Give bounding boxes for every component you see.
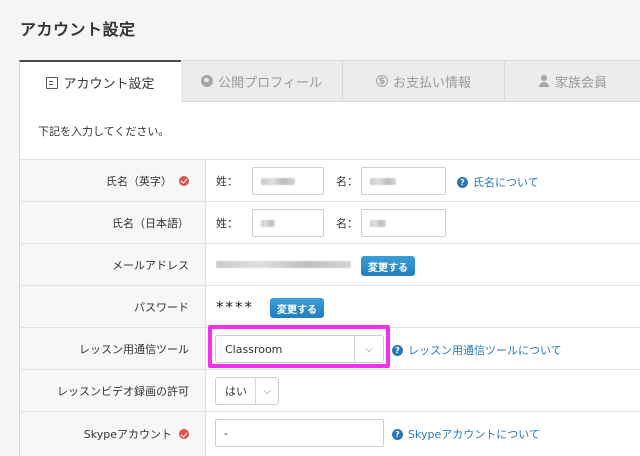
form-intro: 下記を入力してください。 (38, 125, 170, 138)
password-masked-value: **** (216, 297, 254, 316)
tab-family-members[interactable]: 家族会員 (505, 60, 640, 102)
help-text: 氏名について (473, 176, 539, 189)
first-name-english-input[interactable] (361, 167, 446, 195)
password-label: パスワード (134, 300, 189, 314)
first-name-japanese-input[interactable] (361, 209, 446, 237)
account-settings-panel: 下記を入力してください。 氏名（英字） 姓： 名： ? 氏名について 氏名（日本… (19, 102, 640, 456)
video-permission-label: レッスンビデオ録画の許可 (57, 384, 189, 398)
field-label: 氏名（英字） (20, 160, 206, 201)
tab-public-profile[interactable]: 公開プロフィール (181, 60, 343, 102)
video-permission-select[interactable]: はい ⌵ (215, 377, 279, 405)
document-icon (46, 76, 59, 89)
field-label: レッスンビデオ録画の許可 (20, 370, 206, 411)
name-japanese-label: 氏名（日本語） (112, 216, 189, 230)
page-title: アカウント設定 (20, 20, 136, 39)
row-email: メールアドレス 変更する (20, 243, 640, 285)
last-name-prefix: 姓： (216, 216, 238, 230)
chevron-down-icon: ⌵ (263, 385, 271, 397)
question-icon: ? (457, 176, 468, 188)
change-password-button[interactable]: 変更する (270, 298, 324, 318)
skype-account-input[interactable]: - (215, 419, 384, 447)
highlight-box (208, 325, 390, 368)
name-help-link[interactable]: ? 氏名について (457, 174, 539, 190)
row-name-english: 氏名（英字） 姓： 名： ? 氏名について (20, 159, 640, 201)
help-text: Skypeアカウントについて (408, 428, 540, 441)
email-value (216, 244, 351, 285)
field-label: メールアドレス (20, 244, 206, 285)
last-name-japanese-input[interactable] (252, 209, 324, 237)
last-name-prefix: 姓： (216, 174, 238, 188)
row-video-permission: レッスンビデオ録画の許可 はい ⌵ (20, 369, 640, 411)
first-name-prefix: 名： (336, 216, 358, 230)
tab-bar: アカウント設定 公開プロフィール $ お支払い情報 家族会員 (19, 60, 640, 103)
globe-icon (201, 75, 214, 87)
tab-label: お支払い情報 (392, 75, 471, 91)
email-label: メールアドレス (112, 258, 189, 272)
skype-help-link[interactable]: ? Skypeアカウントについて (392, 426, 540, 442)
question-icon: ? (392, 428, 403, 440)
tab-label: 家族会員 (554, 75, 607, 91)
help-text: レッスン用通信ツールについて (408, 344, 562, 357)
question-icon: ? (392, 344, 403, 356)
name-english-label: 氏名（英字） (106, 174, 172, 188)
lesson-tool-label: レッスン用通信ツール (79, 342, 189, 356)
first-name-prefix: 名： (336, 174, 358, 188)
field-label: レッスン用通信ツール (20, 328, 206, 369)
tab-label: 公開プロフィール (218, 75, 322, 91)
row-name-japanese: 氏名（日本語） 姓： 名： (20, 201, 640, 243)
lesson-tool-help-link[interactable]: ? レッスン用通信ツールについて (392, 342, 562, 358)
field-label: パスワード (20, 286, 206, 327)
tab-label: アカウント設定 (63, 77, 155, 92)
coin-icon: $ (375, 75, 388, 87)
required-check-icon (179, 429, 189, 439)
field-label: Skypeアカウント (20, 412, 206, 456)
required-check-icon (179, 175, 189, 186)
tab-account-settings[interactable]: アカウント設定 (19, 60, 182, 103)
people-icon (538, 75, 550, 87)
tab-payment-info[interactable]: $ お支払い情報 (343, 60, 505, 102)
skype-label: Skypeアカウント (83, 428, 172, 441)
change-email-button[interactable]: 変更する (361, 256, 415, 276)
row-password: パスワード **** 変更する (20, 285, 640, 327)
selected-value: はい (225, 385, 247, 398)
last-name-english-input[interactable] (252, 167, 324, 195)
field-label: 氏名（日本語） (20, 202, 206, 243)
row-skype: Skypeアカウント - ? Skypeアカウントについて (20, 411, 640, 456)
